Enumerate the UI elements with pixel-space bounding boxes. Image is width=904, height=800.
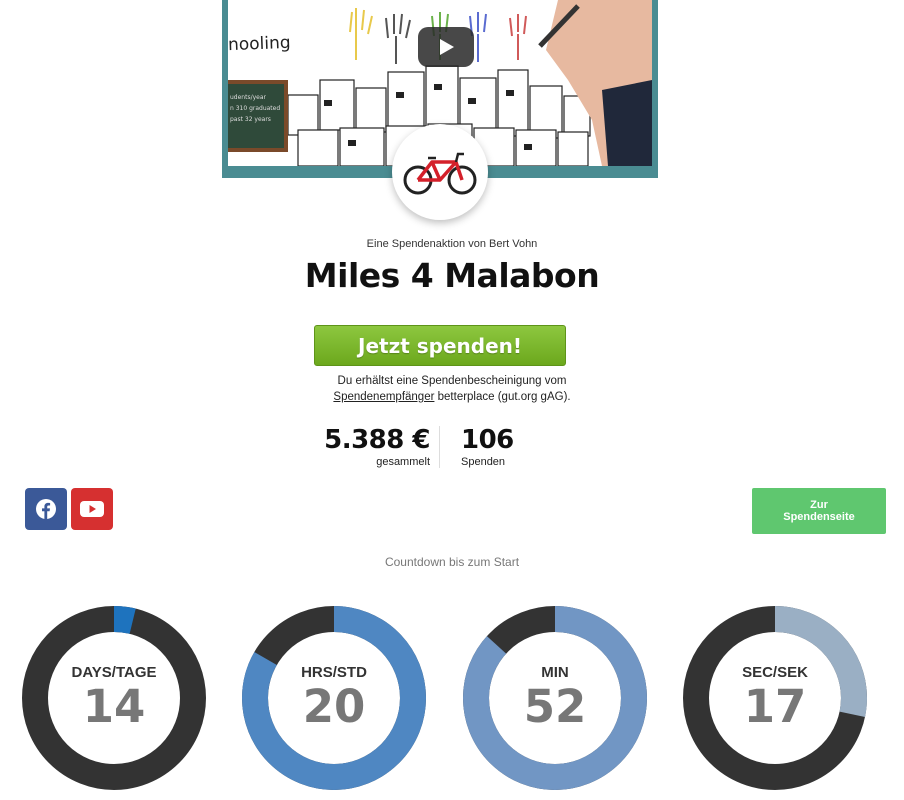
campaign-byline: Eine Spendenaktion von Bert Vohn [366, 238, 538, 250]
countdown-label: Countdown bis zum Start [384, 555, 520, 569]
tax-receipt-note: Du erhältst eine Spendenbescheinigung vo… [0, 373, 904, 405]
board-line: n 310 graduated [230, 105, 281, 112]
ring-value: 17 [743, 680, 807, 733]
bicycle-icon [403, 152, 477, 195]
countdown-minutes: MIN 52 [463, 606, 647, 790]
board-line: udents/year [230, 94, 266, 101]
amount-label: gesammelt [376, 456, 430, 468]
amount-value: 5.388 € [324, 425, 430, 455]
count-label: Spenden [461, 456, 506, 468]
ring-value: 14 [82, 680, 146, 733]
board-line: past 32 years [230, 116, 271, 123]
stats-divider [439, 426, 440, 468]
count-value: 106 [461, 425, 514, 455]
donate-button[interactable]: Jetzt spenden! [314, 325, 566, 366]
donation-count: 106 Spenden [461, 424, 514, 468]
page-button-line-2: Spendenseite [783, 511, 855, 523]
ring-unit: MIN [541, 664, 569, 681]
chalkboard: udents/year n 310 graduated past 32 year… [228, 80, 288, 152]
facebook-button[interactable] [25, 488, 67, 530]
ring-unit: HRS/STD [301, 664, 367, 681]
donation-stats: 5.388 € gesammelt 106 Spenden [310, 424, 520, 470]
note-line-2-text: betterplace (gut.org gAG). [434, 391, 571, 403]
countdown-days: DAYS/TAGE 14 [22, 606, 206, 790]
video-caption: nooling [228, 32, 291, 56]
campaign-page-button[interactable]: Zur Spendenseite [752, 488, 886, 534]
campaign-title: Miles 4 Malabon [304, 256, 600, 295]
ring-unit: SEC/SEK [742, 664, 808, 681]
amount-raised: 5.388 € gesammelt [324, 424, 430, 468]
countdown-hours: HRS/STD 20 [242, 606, 426, 790]
ring-value: 52 [523, 680, 587, 733]
youtube-icon [80, 501, 104, 517]
recipient-link[interactable]: Spendenempfänger [333, 391, 434, 403]
play-button[interactable] [418, 27, 474, 67]
project-avatar [392, 124, 488, 220]
ring-value: 20 [302, 680, 366, 733]
ring-unit: DAYS/TAGE [71, 664, 157, 681]
facebook-icon [36, 499, 56, 519]
countdown-seconds: SEC/SEK 17 [683, 606, 867, 790]
page-button-line-1: Zur [810, 499, 828, 511]
youtube-button[interactable] [71, 488, 113, 530]
note-line-1: Du erhältst eine Spendenbescheinigung vo… [337, 375, 567, 387]
note-line-2: Spendenempfänger betterplace (gut.org gA… [0, 389, 904, 405]
